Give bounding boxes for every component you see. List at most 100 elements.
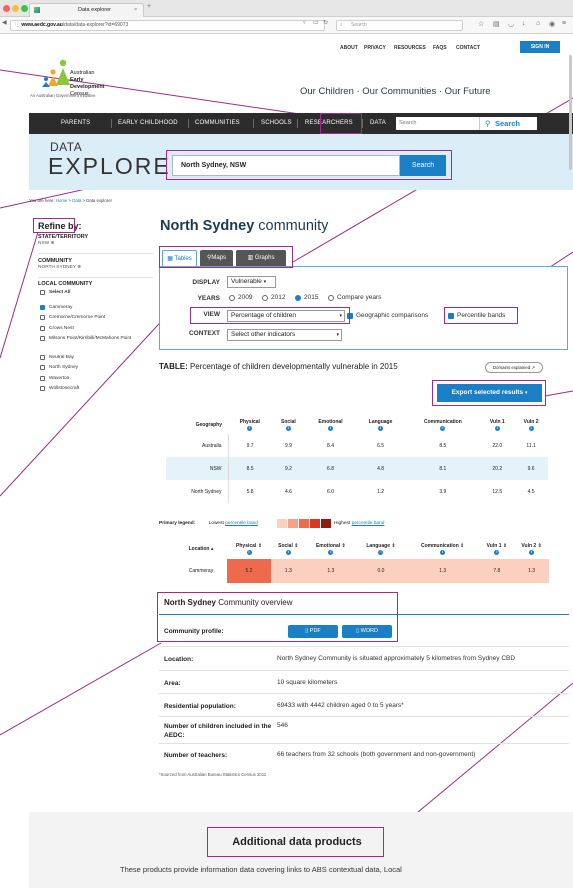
- sort-icon[interactable]: ⇕: [258, 543, 262, 549]
- top-link-resources[interactable]: RESOURCES: [394, 45, 426, 51]
- checkbox-icon[interactable]: [40, 326, 45, 331]
- cell: 6.8: [305, 457, 356, 480]
- display-select[interactable]: Vulnerable ▾: [227, 276, 276, 288]
- col-header-location[interactable]: Location ▴: [175, 538, 227, 559]
- nav-search-input[interactable]: Search: [396, 117, 479, 130]
- sort-icon[interactable]: ⇕: [342, 543, 346, 549]
- breadcrumb-home[interactable]: Home: [56, 198, 67, 203]
- checkbox-icon[interactable]: [40, 355, 45, 360]
- col-header-vuln1[interactable]: Vuln 1i: [480, 415, 514, 434]
- info-icon[interactable]: i: [378, 549, 384, 555]
- col-header-physical[interactable]: Physical ⇕ i: [227, 538, 271, 559]
- sign-in-button[interactable]: SIGN IN: [520, 41, 560, 53]
- sort-icon[interactable]: ⇕: [538, 543, 542, 549]
- account-icon[interactable]: ◉: [549, 20, 555, 28]
- col-header-communication[interactable]: Communication ⇕ i: [406, 538, 480, 559]
- sort-icon[interactable]: ⇕: [391, 543, 395, 549]
- info-icon[interactable]: i: [328, 549, 334, 555]
- col-header-vuln2[interactable]: Vuln 2 ⇕ i: [514, 538, 549, 559]
- col-header-communication[interactable]: Communication i: [405, 415, 480, 434]
- nav-item-early-childhood[interactable]: EARLY CHILDHOOD: [118, 120, 178, 126]
- col-header-language[interactable]: Language ⇕ i: [356, 538, 406, 559]
- new-tab-icon[interactable]: +: [147, 3, 151, 10]
- checkbox-icon[interactable]: [40, 336, 45, 341]
- minimize-window-icon[interactable]: [12, 5, 19, 12]
- nav-item-communities[interactable]: COMMUNITIES: [195, 120, 240, 126]
- cell: 9.6: [514, 457, 548, 480]
- remove-filter-icon[interactable]: ⊗: [77, 265, 81, 270]
- info-icon[interactable]: i: [529, 549, 535, 555]
- home-icon[interactable]: ⌂: [536, 20, 540, 27]
- browser-tab[interactable]: Data explorer ×: [29, 3, 144, 17]
- info-icon[interactable]: i: [285, 549, 291, 555]
- checkbox-icon[interactable]: [40, 386, 45, 391]
- col-header-vuln2[interactable]: Vuln 2i: [514, 415, 548, 434]
- legend-link[interactable]: percentile band: [352, 521, 385, 526]
- info-icon[interactable]: i: [378, 425, 384, 431]
- url-field[interactable]: ⓘ www.aedc.gov.au/data/data-explorer?id=…: [10, 20, 325, 31]
- close-tab-icon[interactable]: ×: [134, 4, 137, 17]
- top-link-privacy[interactable]: PRIVACY: [364, 45, 386, 51]
- sort-icon[interactable]: ⇕: [460, 543, 464, 549]
- info-icon[interactable]: i: [494, 425, 500, 431]
- nav-item-data[interactable]: DATA: [370, 120, 386, 126]
- info-icon[interactable]: i: [328, 425, 334, 431]
- nav-item-parents[interactable]: PARENTS: [61, 120, 90, 126]
- bookmark-star-icon[interactable]: ☆: [478, 20, 484, 28]
- sort-icon[interactable]: ⇕: [503, 543, 507, 549]
- logo-line: Early: [70, 77, 84, 83]
- checkbox-icon[interactable]: [40, 365, 45, 370]
- info-icon[interactable]: i: [285, 425, 291, 431]
- maximize-window-icon[interactable]: [21, 5, 28, 12]
- col-header-physical[interactable]: Physical i: [228, 415, 272, 434]
- info-icon[interactable]: i: [246, 549, 252, 555]
- sort-icon[interactable]: ⇕: [294, 543, 298, 549]
- sort-asc-icon[interactable]: ▴: [211, 546, 214, 552]
- col-header-social[interactable]: Social i: [272, 415, 306, 434]
- nav-item-schools[interactable]: SCHOOLS: [261, 120, 292, 126]
- overview-divider: [159, 670, 569, 671]
- col-header-vuln1[interactable]: Vuln 1 ⇕ i: [480, 538, 515, 559]
- pocket-icon[interactable]: ◡: [508, 20, 514, 28]
- browser-search-field[interactable]: ⌕ Search: [336, 20, 463, 31]
- reader-icon[interactable]: ▭: [313, 19, 319, 26]
- reading-list-icon[interactable]: ▤: [493, 20, 500, 28]
- reload-icon[interactable]: ↻: [323, 19, 328, 26]
- top-link-contact[interactable]: CONTACT: [456, 45, 480, 51]
- state-value[interactable]: NSW ⊗: [38, 241, 55, 246]
- radio-icon[interactable]: [262, 295, 268, 301]
- radio-icon[interactable]: [229, 295, 235, 301]
- info-icon[interactable]: i: [528, 425, 534, 431]
- menu-icon[interactable]: ≡: [562, 20, 566, 27]
- dropdown-icon[interactable]: ▿: [303, 20, 306, 26]
- legend-link[interactable]: percentile band: [225, 521, 258, 526]
- info-icon[interactable]: i: [440, 549, 446, 555]
- col-header-emotional[interactable]: Emotional ⇕ i: [306, 538, 357, 559]
- col-header-social[interactable]: Social ⇕ i: [271, 538, 306, 559]
- checkbox-checked-icon[interactable]: [40, 305, 45, 310]
- col-header-emotional[interactable]: Emotional i: [305, 415, 356, 434]
- top-link-about[interactable]: ABOUT: [340, 45, 358, 51]
- breadcrumb-data[interactable]: Data: [72, 198, 81, 203]
- checkbox-icon[interactable]: [40, 290, 45, 295]
- page-scrollbar-thumb[interactable]: [569, 55, 572, 170]
- download-icon[interactable]: ↓: [522, 20, 526, 27]
- back-icon[interactable]: ◀: [2, 19, 7, 26]
- radio-icon[interactable]: [328, 295, 334, 301]
- overview-value: North Sydney Community is situated appro…: [277, 655, 516, 662]
- col-header-language[interactable]: Language i: [356, 415, 406, 434]
- info-icon[interactable]: i: [440, 425, 446, 431]
- community-value[interactable]: NORTH SYDNEY ⊗: [38, 265, 81, 270]
- top-link-faqs[interactable]: FAQS: [433, 45, 447, 51]
- checkbox-icon[interactable]: [40, 315, 45, 320]
- checkbox-icon[interactable]: [40, 376, 45, 381]
- info-icon[interactable]: i: [247, 425, 253, 431]
- context-select[interactable]: Select other indicators ▾: [227, 329, 342, 341]
- remove-filter-icon[interactable]: ⊗: [51, 241, 55, 246]
- close-window-icon[interactable]: [3, 5, 10, 12]
- nav-search-button[interactable]: ⚲ Search: [479, 117, 537, 130]
- overview-key: Residential population:: [164, 703, 236, 710]
- radio-selected-icon[interactable]: [295, 295, 301, 301]
- domains-explained-button[interactable]: Domains explained ↗: [485, 362, 543, 373]
- info-icon[interactable]: i: [494, 549, 500, 555]
